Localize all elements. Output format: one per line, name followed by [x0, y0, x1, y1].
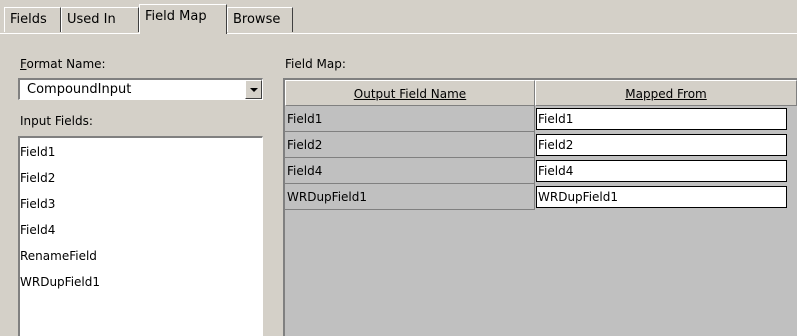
tab-used-in[interactable]: Used In [61, 7, 139, 32]
output-field-cell: Field4 [285, 158, 535, 184]
tab-label: Field Map [145, 9, 207, 24]
mapped-from-input[interactable]: Field4 [536, 160, 787, 182]
format-name-label-text: ormat Name: [26, 57, 106, 71]
input-fields-list[interactable]: Field1 Field2 Field3 Field4 RenameField … [18, 136, 263, 336]
tab-divider [0, 33, 797, 34]
field-map-grid[interactable]: Output Field Name Mapped From Field1 Fie… [283, 78, 797, 336]
column-header-output-field-name[interactable]: Output Field Name [285, 80, 535, 106]
list-item[interactable]: Field1 [20, 142, 55, 162]
field-map-label: Field Map: [285, 57, 346, 71]
output-field-cell: Field1 [285, 106, 535, 132]
list-item[interactable]: Field2 [20, 168, 55, 188]
output-field-cell: Field2 [285, 132, 535, 158]
list-item[interactable]: RenameField [20, 246, 97, 266]
tab-label: Fields [10, 12, 47, 27]
chevron-down-icon [250, 88, 258, 92]
format-name-value: CompoundInput [27, 82, 132, 97]
output-field-cell: WRDupField1 [285, 184, 535, 210]
mapped-from-input[interactable]: Field1 [536, 108, 787, 130]
tab-browse[interactable]: Browse [227, 7, 293, 32]
tab-label: Used In [67, 12, 116, 27]
format-name-label: Format Name: [20, 57, 106, 71]
input-fields-label: Input Fields: [20, 114, 93, 128]
mapped-from-input[interactable]: Field2 [536, 134, 787, 156]
column-header-mapped-from[interactable]: Mapped From [535, 80, 797, 106]
list-item[interactable]: Field4 [20, 220, 55, 240]
tab-label: Browse [233, 12, 281, 27]
tab-field-map[interactable]: Field Map [139, 4, 227, 34]
tab-fields[interactable]: Fields [4, 7, 61, 32]
tab-strip: Fields Used In Field Map Browse [0, 0, 797, 34]
list-item[interactable]: WRDupField1 [20, 272, 100, 292]
list-item[interactable]: Field3 [20, 194, 55, 214]
format-name-combo[interactable]: CompoundInput [18, 78, 263, 100]
mapped-from-input[interactable]: WRDupField1 [536, 186, 787, 208]
dropdown-button[interactable] [245, 80, 262, 99]
